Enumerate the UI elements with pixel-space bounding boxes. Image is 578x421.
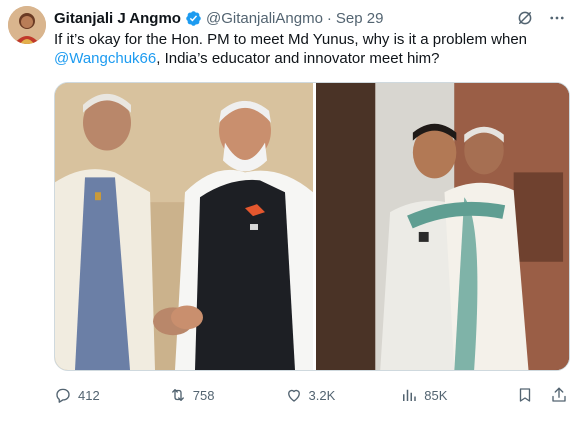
author-name[interactable]: Gitanjali J Angmo <box>54 10 181 27</box>
mention-link[interactable]: @Wangchuk66 <box>54 50 156 67</box>
photo-1[interactable] <box>55 83 313 370</box>
tweet-text: If it’s okay for the Hon. PM to meet Md … <box>54 30 564 68</box>
share-button[interactable] <box>550 386 568 404</box>
media-grid <box>54 82 570 371</box>
tweet-header: Gitanjali J Angmo @GitanjaliAngmo · Sep … <box>54 8 566 28</box>
heart-icon <box>287 389 300 402</box>
views-icon <box>403 389 417 401</box>
repost-icon <box>171 389 184 401</box>
like-button[interactable]: 3.2K <box>285 386 401 404</box>
avatar[interactable] <box>8 6 46 44</box>
reply-count: 412 <box>78 387 100 403</box>
tweet-date[interactable]: Sep 29 <box>336 10 384 27</box>
tweet[interactable]: Gitanjali J Angmo @GitanjaliAngmo · Sep … <box>0 0 578 421</box>
share-icon <box>552 387 566 402</box>
action-bar: 412 758 3.2K 85K <box>54 384 568 406</box>
grok-icon[interactable] <box>516 9 534 27</box>
view-count: 85K <box>424 387 448 403</box>
photo-1-illustration <box>55 83 313 370</box>
reply-icon <box>56 388 70 403</box>
photo-2[interactable] <box>316 83 569 370</box>
repost-button[interactable]: 758 <box>169 386 285 404</box>
like-count: 3.2K <box>308 387 336 403</box>
verified-badge-icon <box>185 10 202 27</box>
separator: · <box>326 9 332 27</box>
more-icon[interactable] <box>548 9 566 27</box>
tweet-text-end: , India’s educator and innovator meet hi… <box>156 50 440 67</box>
repost-count: 758 <box>192 387 215 403</box>
bookmark-icon <box>519 388 531 402</box>
views-button[interactable]: 85K <box>400 386 516 404</box>
photo-2-illustration <box>316 83 569 370</box>
reply-button[interactable]: 412 <box>54 386 169 404</box>
author-handle[interactable]: @GitanjaliAngmo <box>206 10 323 27</box>
tweet-text-start: If it’s okay for the Hon. PM to meet Md … <box>54 31 527 48</box>
bookmark-button[interactable] <box>516 386 534 404</box>
